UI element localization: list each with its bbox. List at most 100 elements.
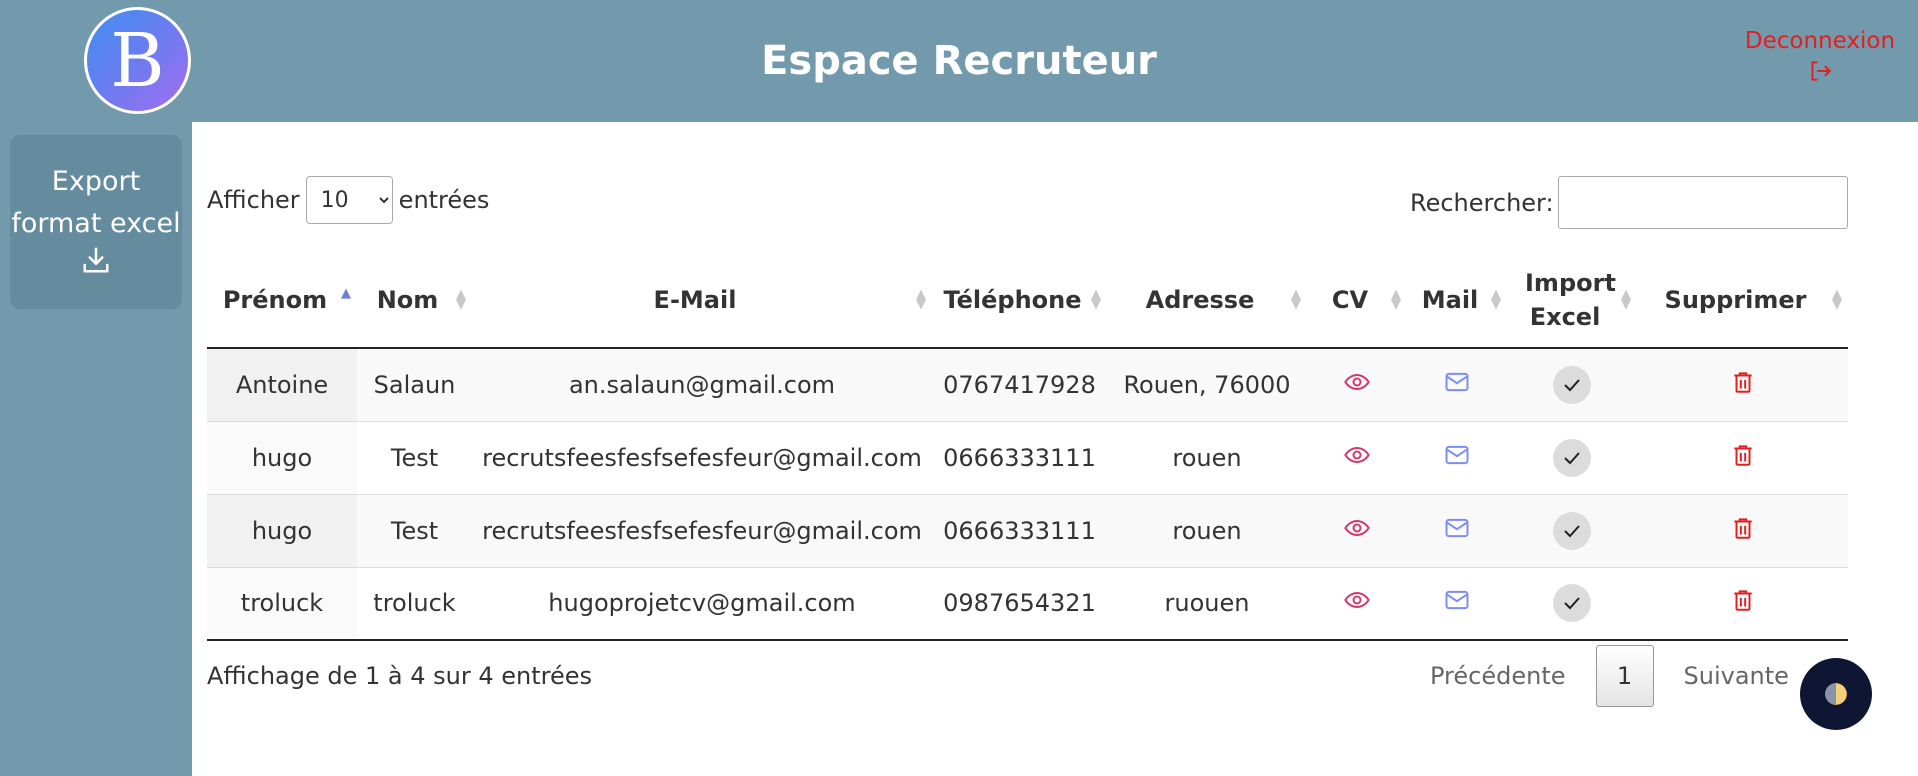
page-length-select[interactable]: 10 <box>305 176 393 224</box>
export-excel-button[interactable]: Export format excel <box>10 135 182 309</box>
col-header-import-excel[interactable]: Import Excel ▲ ▼ <box>1507 252 1637 349</box>
cell-telephone: 0666333111 <box>932 421 1107 495</box>
col-label: Prénom <box>222 285 328 314</box>
header: B Espace Recruteur Deconnexion <box>0 0 1918 122</box>
cell-adresse: Rouen, 76000 <box>1107 348 1307 422</box>
send-mail-icon[interactable] <box>1443 372 1471 402</box>
half-moon-icon <box>1825 683 1847 705</box>
col-label: E-Mail <box>653 285 737 314</box>
cell-supprimer <box>1637 494 1848 568</box>
sort-icon: ▲ ▼ <box>456 286 466 312</box>
col-header-prenom[interactable]: Prénom ▲ <box>207 252 357 349</box>
view-cv-icon[interactable] <box>1343 592 1371 620</box>
main-content: Afficher 10 entrées Rechercher: Prénom ▲ … <box>192 122 1918 776</box>
sort-icon: ▲ ▼ <box>916 286 926 312</box>
sort-icon: ▲ ▼ <box>1391 286 1401 312</box>
previous-page-button[interactable]: Précédente <box>1430 662 1566 690</box>
cell-telephone: 0987654321 <box>932 567 1107 641</box>
checkmark-icon[interactable] <box>1553 511 1591 550</box>
col-label: CV <box>1331 285 1369 314</box>
col-header-telephone[interactable]: Téléphone ▲ ▼ <box>932 252 1107 349</box>
table-row: hugo Test recrutsfeesfesfsefesfeur@gmail.c… <box>207 494 1848 568</box>
pagination: Précédente 1 Suivante <box>1430 645 1789 707</box>
sort-icon: ▲ ▼ <box>1621 286 1631 312</box>
cell-import-excel <box>1507 421 1637 495</box>
trash-icon[interactable] <box>1730 517 1756 547</box>
trash-icon[interactable] <box>1730 590 1756 619</box>
cell-mail <box>1407 494 1507 568</box>
cell-nom: Salaun <box>357 348 472 422</box>
cell-nom: Test <box>357 421 472 495</box>
sort-icon: ▲ ▼ <box>1491 286 1501 312</box>
candidates-table: Prénom ▲ Nom ▲ ▼ E-Mail ▲ ▼ Téléphone ▲ ▼ Adres… <box>207 252 1848 641</box>
col-header-mail[interactable]: Mail ▲ ▼ <box>1407 252 1507 349</box>
col-label: Téléphone <box>943 285 1082 314</box>
cell-nom: Test <box>357 494 472 568</box>
cell-import-excel <box>1507 494 1637 568</box>
trash-icon[interactable] <box>1730 372 1756 401</box>
col-header-adresse[interactable]: Adresse ▲ ▼ <box>1107 252 1307 349</box>
cell-cv <box>1307 348 1407 422</box>
checkmark-icon[interactable] <box>1553 584 1591 623</box>
trash-icon[interactable] <box>1730 444 1756 474</box>
cell-prenom: hugo <box>207 421 357 495</box>
cell-prenom: hugo <box>207 494 357 568</box>
checkmark-icon[interactable] <box>1553 365 1591 404</box>
cell-supprimer <box>1637 348 1848 422</box>
cell-mail <box>1407 348 1507 422</box>
logout-button[interactable]: Deconnexion <box>1740 28 1900 84</box>
col-label: Adresse <box>1145 285 1255 314</box>
search-control: Rechercher: <box>1410 176 1848 229</box>
page-title: Espace Recruteur <box>761 38 1157 84</box>
cell-supprimer <box>1637 567 1848 641</box>
theme-toggle-button[interactable] <box>1800 658 1872 730</box>
send-mail-icon[interactable] <box>1443 591 1471 620</box>
send-mail-icon[interactable] <box>1443 518 1471 548</box>
checkmark-icon[interactable] <box>1553 438 1591 477</box>
cell-prenom: troluck <box>207 567 357 641</box>
col-header-nom[interactable]: Nom ▲ ▼ <box>357 252 472 349</box>
col-label: Supprimer <box>1664 285 1807 314</box>
send-mail-icon[interactable] <box>1443 445 1471 475</box>
search-label: Rechercher: <box>1410 188 1554 217</box>
col-label: Import Excel <box>1525 268 1616 331</box>
cell-email: recrutsfeesfesfsefesfeur@gmail.com <box>472 494 932 568</box>
export-label-line2: format excel <box>11 208 181 239</box>
search-input[interactable] <box>1557 176 1848 229</box>
cell-mail <box>1407 421 1507 495</box>
page-1-button[interactable]: 1 <box>1595 645 1654 707</box>
table-info: Affichage de 1 à 4 sur 4 entrées <box>207 662 592 690</box>
page-length-control: Afficher 10 entrées <box>207 176 489 224</box>
sort-icon: ▲ ▼ <box>1291 286 1301 312</box>
next-page-button[interactable]: Suivante <box>1684 662 1789 690</box>
cell-email: recrutsfeesfesfsefesfeur@gmail.com <box>472 421 932 495</box>
cell-mail <box>1407 567 1507 641</box>
cell-email: hugoprojetcv@gmail.com <box>472 567 932 641</box>
col-label: Mail <box>1421 285 1479 314</box>
logout-label: Deconnexion <box>1744 28 1896 54</box>
cell-nom: troluck <box>357 567 472 641</box>
logout-icon <box>1811 61 1831 81</box>
view-cv-icon[interactable] <box>1343 446 1371 475</box>
cell-email: an.salaun@gmail.com <box>472 348 932 422</box>
sort-icon: ▲ ▼ <box>1832 286 1842 312</box>
sort-asc-icon: ▲ <box>341 285 351 301</box>
cell-import-excel <box>1507 348 1637 422</box>
cell-cv <box>1307 421 1407 495</box>
col-header-supprimer[interactable]: Supprimer ▲ ▼ <box>1637 252 1848 349</box>
download-icon <box>83 247 109 273</box>
col-label: Nom <box>376 285 439 314</box>
cell-adresse: ruouen <box>1107 567 1307 641</box>
cell-adresse: rouen <box>1107 421 1307 495</box>
col-header-email[interactable]: E-Mail ▲ ▼ <box>472 252 932 349</box>
cell-telephone: 0666333111 <box>932 494 1107 568</box>
table-row: Antoine Salaun an.salaun@gmail.com 07674179… <box>207 348 1848 422</box>
view-cv-icon[interactable] <box>1343 373 1371 402</box>
cell-cv <box>1307 494 1407 568</box>
view-cv-icon[interactable] <box>1343 519 1371 548</box>
col-header-cv[interactable]: CV ▲ ▼ <box>1307 252 1407 349</box>
table-row: hugo Test recrutsfeesfesfsefesfeur@gmail.c… <box>207 421 1848 495</box>
cell-prenom: Antoine <box>207 348 357 422</box>
entries-label: entrées <box>398 186 490 214</box>
cell-cv <box>1307 567 1407 641</box>
